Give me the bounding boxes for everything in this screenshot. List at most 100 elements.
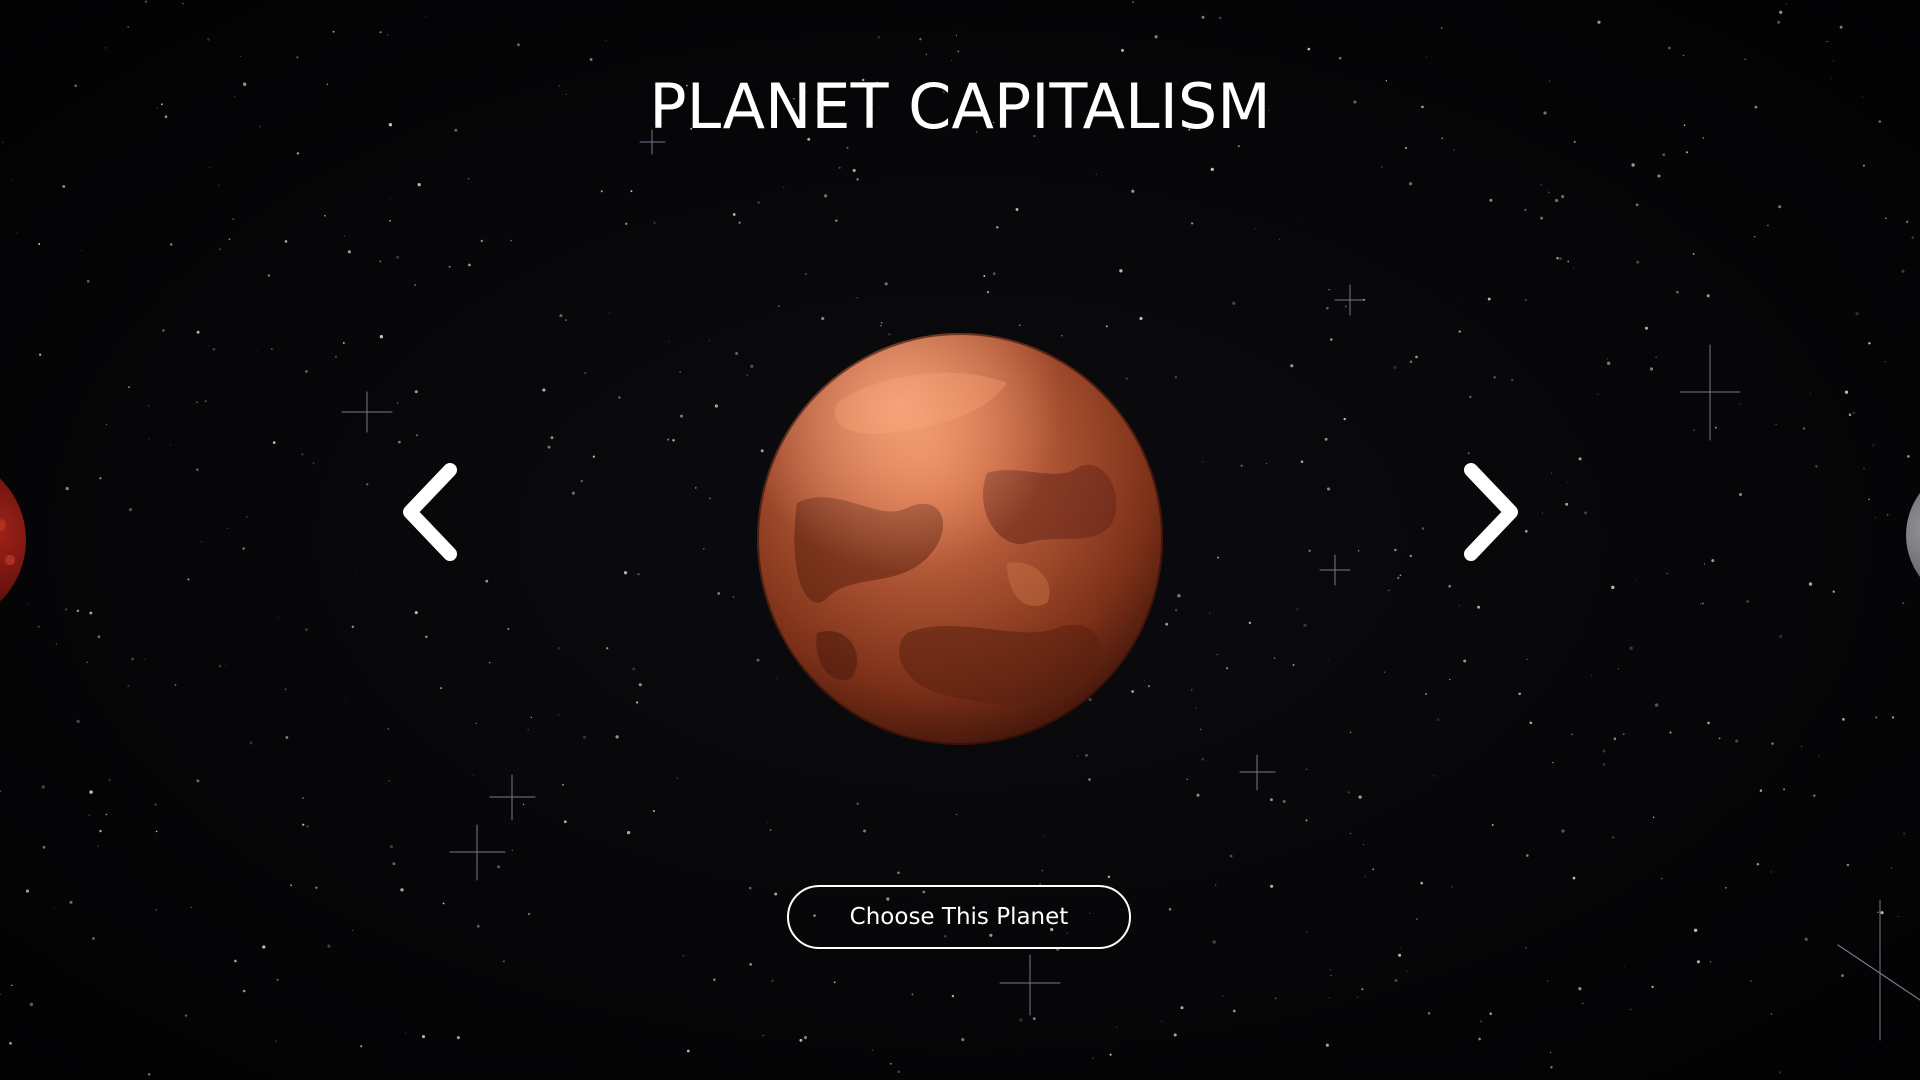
star bbox=[1165, 622, 1169, 626]
star bbox=[1526, 658, 1528, 661]
star bbox=[1556, 257, 1559, 260]
star bbox=[1809, 392, 1811, 394]
star bbox=[1649, 367, 1654, 371]
previous-planet-button[interactable] bbox=[398, 460, 468, 564]
planet-preview-left[interactable] bbox=[0, 465, 26, 615]
star bbox=[1891, 716, 1895, 719]
star bbox=[275, 1040, 277, 1042]
star bbox=[155, 908, 158, 911]
star bbox=[387, 728, 390, 730]
star bbox=[1460, 297, 1462, 298]
star bbox=[1655, 356, 1657, 358]
choose-planet-button[interactable]: Choose This Planet bbox=[787, 885, 1131, 949]
star bbox=[1199, 728, 1202, 731]
next-planet-button[interactable] bbox=[1453, 460, 1523, 564]
star bbox=[1201, 15, 1205, 19]
star bbox=[580, 479, 584, 483]
star bbox=[1666, 572, 1668, 575]
star bbox=[1529, 721, 1533, 725]
star bbox=[1343, 417, 1346, 421]
star bbox=[565, 319, 567, 321]
star bbox=[1265, 463, 1267, 464]
star bbox=[1139, 316, 1143, 321]
star bbox=[1654, 703, 1659, 707]
star bbox=[1901, 269, 1905, 273]
star bbox=[542, 388, 546, 392]
star bbox=[1270, 884, 1274, 888]
planet-preview-right[interactable] bbox=[1906, 480, 1920, 590]
star bbox=[476, 924, 480, 928]
star bbox=[1092, 1057, 1094, 1059]
star bbox=[956, 813, 958, 816]
star bbox=[305, 628, 308, 631]
star bbox=[623, 571, 628, 575]
star bbox=[897, 871, 900, 875]
star bbox=[1088, 778, 1091, 781]
star bbox=[439, 686, 443, 690]
star bbox=[475, 722, 477, 724]
star bbox=[1623, 965, 1625, 967]
star bbox=[232, 218, 235, 221]
star bbox=[1174, 375, 1178, 379]
star bbox=[680, 414, 683, 418]
star bbox=[1902, 602, 1905, 605]
chevron-left-icon bbox=[403, 463, 457, 561]
star bbox=[379, 335, 384, 339]
star bbox=[1817, 879, 1819, 881]
star bbox=[355, 571, 357, 573]
star bbox=[1540, 216, 1544, 220]
star bbox=[306, 824, 310, 828]
star bbox=[838, 166, 841, 169]
star bbox=[86, 279, 90, 283]
star bbox=[804, 272, 807, 276]
star bbox=[1436, 718, 1440, 722]
star bbox=[638, 683, 642, 687]
star bbox=[1085, 753, 1088, 757]
star bbox=[1767, 224, 1769, 227]
star bbox=[1546, 980, 1549, 982]
star bbox=[1338, 56, 1342, 60]
star bbox=[1274, 997, 1277, 1000]
star bbox=[1750, 980, 1752, 982]
star bbox=[1356, 996, 1359, 998]
star bbox=[652, 809, 655, 813]
star bbox=[1296, 608, 1299, 611]
star bbox=[1868, 342, 1871, 345]
star bbox=[771, 979, 774, 983]
star bbox=[1330, 974, 1332, 977]
star bbox=[1561, 195, 1565, 199]
star bbox=[388, 780, 391, 782]
star bbox=[1682, 54, 1685, 57]
star bbox=[983, 275, 986, 277]
star bbox=[1842, 718, 1845, 721]
star bbox=[9, 1041, 12, 1045]
star bbox=[750, 364, 754, 368]
star bbox=[1364, 875, 1366, 878]
star bbox=[1305, 768, 1308, 771]
star bbox=[1328, 288, 1330, 291]
star bbox=[833, 981, 836, 984]
star bbox=[485, 579, 489, 583]
star bbox=[296, 152, 300, 155]
star bbox=[415, 434, 418, 437]
star bbox=[1399, 574, 1402, 577]
star bbox=[1756, 862, 1760, 866]
star bbox=[97, 635, 101, 639]
star bbox=[667, 438, 670, 441]
star bbox=[766, 821, 768, 823]
star bbox=[242, 547, 245, 550]
star bbox=[1105, 325, 1108, 328]
star bbox=[1886, 514, 1889, 516]
star bbox=[11, 180, 13, 181]
star bbox=[897, 1070, 901, 1074]
star bbox=[1613, 720, 1615, 722]
star bbox=[1326, 487, 1331, 491]
star bbox=[414, 390, 418, 394]
star bbox=[312, 462, 315, 465]
star bbox=[732, 213, 736, 216]
star bbox=[154, 803, 157, 806]
star bbox=[889, 1062, 892, 1065]
star bbox=[221, 459, 223, 461]
star bbox=[219, 248, 221, 251]
star bbox=[41, 785, 45, 789]
